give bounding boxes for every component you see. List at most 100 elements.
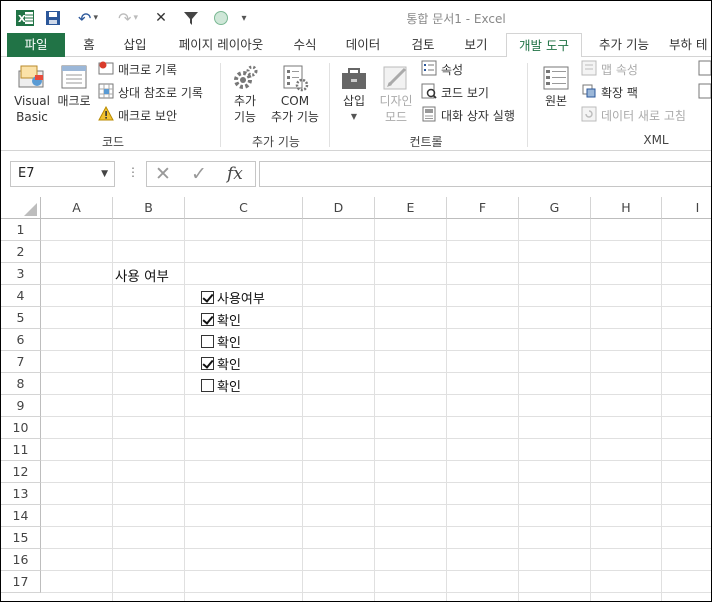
gridline-vertical: [302, 219, 303, 601]
checkbox-unchecked-icon[interactable]: [201, 335, 214, 348]
row-header-5[interactable]: 5: [1, 307, 41, 329]
insert-control-label: 삽입: [342, 94, 366, 108]
tab-home[interactable]: 홈: [73, 33, 105, 57]
row-header-4[interactable]: 4: [1, 285, 41, 307]
name-box-value: E7: [18, 166, 35, 181]
group-separator: [329, 63, 330, 147]
row-header-6[interactable]: 6: [1, 329, 41, 351]
toolbox-icon: [335, 63, 373, 93]
row-header-3[interactable]: 3: [1, 263, 41, 285]
gridline-horizontal: [41, 570, 711, 571]
column-header-c[interactable]: C: [185, 197, 303, 219]
tab-file[interactable]: 파일: [7, 33, 65, 57]
select-all-corner[interactable]: [1, 197, 41, 219]
name-box-dropdown-icon[interactable]: ▼: [101, 162, 108, 186]
row-header-17[interactable]: 17: [1, 571, 41, 593]
worksheet-grid: ABCDEFGHI 1 2 3 4 5 6 7 8 9 10 11 12 13 14 15 16 17 사용 여…: [1, 197, 711, 601]
macro-label: 매크로: [57, 94, 91, 108]
insert-control-button[interactable]: 삽입 ▼: [335, 63, 373, 125]
checkbox-checked-icon[interactable]: [201, 313, 214, 326]
form-checkbox[interactable]: 사용여부: [201, 288, 265, 307]
macro-security-label: 매크로 보안: [118, 109, 178, 123]
name-box[interactable]: E7 ▼: [10, 161, 115, 187]
row-header-8[interactable]: 8: [1, 373, 41, 395]
column-header-d[interactable]: D: [303, 197, 375, 219]
export-xml-icon: [698, 83, 711, 104]
form-checkbox[interactable]: 확인: [201, 332, 241, 351]
tab-load-test[interactable]: 부하 테: [669, 33, 711, 57]
properties-button[interactable]: 속성: [421, 60, 463, 79]
form-checkbox[interactable]: 확인: [201, 376, 241, 395]
column-header-f[interactable]: F: [447, 197, 519, 219]
expansion-packs-button[interactable]: 확장 팩: [581, 84, 638, 102]
row-header-1[interactable]: 1: [1, 219, 41, 241]
checkbox-checked-icon[interactable]: [201, 291, 214, 304]
gridline-horizontal: [41, 416, 711, 417]
import-xml-button[interactable]: [698, 60, 711, 79]
column-header-g[interactable]: G: [519, 197, 591, 219]
row-header-13[interactable]: 13: [1, 483, 41, 505]
column-header-h[interactable]: H: [591, 197, 662, 219]
formula-buttons: ✕ ✓ fx: [146, 161, 256, 187]
visual-basic-icon: [11, 63, 53, 93]
xml-source-button[interactable]: 원본: [537, 63, 575, 109]
view-code-label: 코드 보기: [441, 86, 489, 100]
com-addins-label-1: COM: [280, 94, 310, 108]
tab-data[interactable]: 데이터: [337, 33, 389, 57]
row-header-9[interactable]: 9: [1, 395, 41, 417]
macro-security-button[interactable]: 매크로 보안: [98, 105, 178, 125]
column-header-a[interactable]: A: [41, 197, 113, 219]
formula-input[interactable]: [259, 161, 711, 187]
column-header-b[interactable]: B: [113, 197, 185, 219]
tab-developer[interactable]: 개발 도구: [506, 33, 582, 58]
tab-insert[interactable]: 삽입: [115, 33, 155, 57]
xml-source-icon: [537, 63, 575, 93]
row-header-15[interactable]: 15: [1, 527, 41, 549]
com-addins-label-2: 추가 기능: [271, 110, 319, 124]
macro-button[interactable]: 매크로: [55, 63, 93, 109]
tab-addins[interactable]: 추가 기능: [591, 33, 657, 57]
column-header-e[interactable]: E: [375, 197, 447, 219]
refresh-data-label: 데이터 새로 고침: [601, 109, 686, 123]
gridline-horizontal: [41, 328, 711, 329]
com-addins-button[interactable]: COM 추가 기능: [267, 63, 323, 125]
enter-icon[interactable]: ✓: [191, 163, 207, 185]
addins-button[interactable]: 추가 기능: [225, 63, 265, 125]
visual-basic-label-1: Visual: [14, 94, 50, 108]
cancel-icon[interactable]: ✕: [155, 163, 171, 185]
tab-review[interactable]: 검토: [403, 33, 443, 57]
tab-view[interactable]: 보기: [455, 33, 497, 57]
run-dialog-button[interactable]: 대화 상자 실행: [421, 106, 515, 125]
visual-basic-button[interactable]: Visual Basic: [11, 63, 53, 125]
export-xml-button[interactable]: [698, 83, 711, 104]
checkbox-unchecked-icon[interactable]: [201, 379, 214, 392]
row-header-7[interactable]: 7: [1, 351, 41, 373]
row-header-14[interactable]: 14: [1, 505, 41, 527]
form-checkbox[interactable]: 확인: [201, 354, 241, 373]
form-checkbox[interactable]: 확인: [201, 310, 241, 329]
column-header-i[interactable]: I: [662, 197, 711, 219]
more-options-icon[interactable]: ⋮: [127, 165, 139, 179]
tab-formulas[interactable]: 수식: [287, 33, 323, 57]
record-macro-button[interactable]: 매크로 기록: [98, 61, 177, 79]
map-properties-label: 맵 속성: [601, 63, 638, 77]
record-macro-label: 매크로 기록: [118, 63, 178, 77]
row-header-10[interactable]: 10: [1, 417, 41, 439]
checkbox-label: 확인: [217, 380, 241, 395]
refresh-data-button[interactable]: 데이터 새로 고침: [581, 106, 686, 125]
design-mode-button[interactable]: 디자인 모드: [375, 63, 417, 125]
checkbox-checked-icon[interactable]: [201, 357, 214, 370]
insert-function-icon[interactable]: fx: [227, 164, 243, 184]
relative-reference-button[interactable]: 상대 참조로 기록: [98, 83, 203, 102]
gridline-horizontal: [41, 592, 711, 593]
row-header-11[interactable]: 11: [1, 439, 41, 461]
cell-b3[interactable]: 사용 여부: [115, 265, 169, 285]
row-header-16[interactable]: 16: [1, 549, 41, 571]
checkbox-label: 확인: [217, 336, 241, 351]
group-label-addins: 추가 기능: [252, 135, 300, 149]
map-properties-button[interactable]: 맵 속성: [581, 60, 638, 79]
row-header-12[interactable]: 12: [1, 461, 41, 483]
view-code-button[interactable]: 코드 보기: [421, 83, 489, 102]
tab-page-layout[interactable]: 페이지 레이아웃: [169, 33, 273, 57]
row-header-2[interactable]: 2: [1, 241, 41, 263]
